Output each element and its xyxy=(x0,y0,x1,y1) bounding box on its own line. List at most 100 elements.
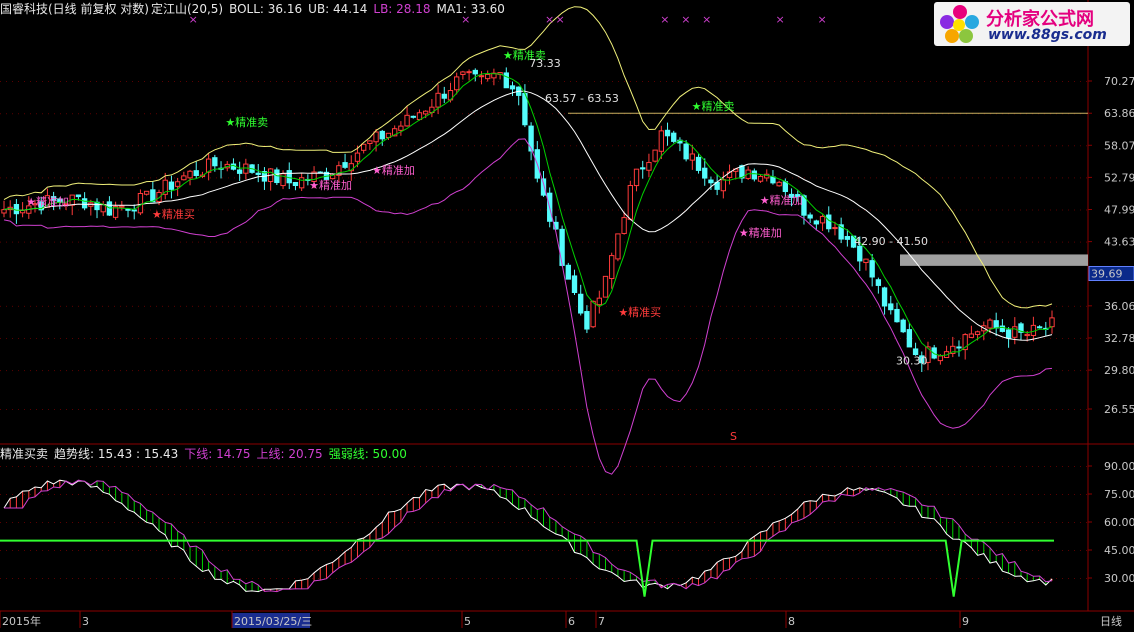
grid-dot xyxy=(612,494,613,495)
grid-dot xyxy=(6,409,7,410)
grid-dot xyxy=(672,177,673,179)
candle-body xyxy=(379,130,385,140)
candle-body xyxy=(367,140,373,144)
grid-dot xyxy=(72,409,73,410)
grid-dot xyxy=(576,145,577,147)
grid-dot xyxy=(612,466,613,467)
grid-dot xyxy=(738,241,739,243)
grid-dot xyxy=(462,145,463,147)
grid-dot xyxy=(24,578,25,579)
grid-dot xyxy=(222,177,223,179)
grid-dot xyxy=(822,522,823,523)
grid-dot xyxy=(744,522,745,523)
candle-body xyxy=(900,319,906,333)
grid-dot xyxy=(228,550,229,551)
grid-dot xyxy=(678,305,679,307)
grid-dot xyxy=(42,337,43,339)
candle-body xyxy=(658,130,664,152)
grid-dot xyxy=(768,550,769,551)
grid-dot xyxy=(30,494,31,495)
grid-dot xyxy=(990,370,991,372)
grid-dot xyxy=(912,337,913,339)
grid-dot xyxy=(138,494,139,495)
grid-dot xyxy=(858,466,859,467)
kline-chart[interactable]: 70.2763.8658.0752.7947.9943.6336.0632.78… xyxy=(0,0,1134,632)
grid-dot xyxy=(630,177,631,179)
grid-dot xyxy=(852,578,853,579)
grid-dot xyxy=(312,113,313,115)
grid-dot xyxy=(738,337,739,339)
grid-dot xyxy=(480,550,481,551)
grid-dot xyxy=(426,578,427,579)
grid-dot xyxy=(714,81,715,82)
grid-dot xyxy=(192,145,193,147)
grid-dot xyxy=(60,81,61,82)
grid-dot xyxy=(912,177,913,179)
grid-dot xyxy=(324,145,325,147)
grid-dot xyxy=(288,145,289,147)
grid-dot xyxy=(1086,177,1087,179)
grid-dot xyxy=(1020,209,1021,211)
grid-dot xyxy=(858,177,859,179)
candle-body xyxy=(292,181,299,187)
grid-dot xyxy=(72,494,73,495)
grid-dot xyxy=(1062,145,1063,147)
grid-dot xyxy=(540,370,541,372)
grid-dot xyxy=(762,337,763,339)
grid-dot xyxy=(60,337,61,339)
grid-dot xyxy=(342,209,343,211)
grid-dot xyxy=(372,177,373,179)
grid-dot xyxy=(174,494,175,495)
grid-dot xyxy=(1008,522,1009,523)
grid-dot xyxy=(294,81,295,82)
grid-dot xyxy=(228,113,229,115)
grid-dot xyxy=(42,409,43,410)
grid-dot xyxy=(150,241,151,243)
grid-dot xyxy=(1008,241,1009,243)
grid-dot xyxy=(414,409,415,410)
grid-dot xyxy=(312,578,313,579)
grid-dot xyxy=(1062,578,1063,579)
grid-dot xyxy=(936,337,937,339)
grid-dot xyxy=(252,241,253,243)
grid-dot xyxy=(102,145,103,147)
lb-value: LB: 28.18 xyxy=(373,2,431,16)
grid-dot xyxy=(504,578,505,579)
grid-dot xyxy=(708,209,709,211)
grid-dot xyxy=(228,409,229,410)
grid-dot xyxy=(408,337,409,339)
grid-dot xyxy=(36,522,37,523)
grid-dot xyxy=(222,241,223,243)
grid-dot xyxy=(498,241,499,243)
grid-dot xyxy=(54,305,55,307)
grid-dot xyxy=(450,466,451,467)
grid-dot xyxy=(564,113,565,115)
candle-body xyxy=(1049,317,1055,328)
grid-dot xyxy=(144,177,145,179)
grid-dot xyxy=(12,305,13,307)
grid-dot xyxy=(144,578,145,579)
grid-dot xyxy=(306,209,307,211)
grid-dot xyxy=(366,466,367,467)
grid-dot xyxy=(576,409,577,410)
grid-dot xyxy=(1020,370,1021,372)
grid-dot xyxy=(1020,177,1021,179)
grid-dot xyxy=(126,241,127,243)
grid-dot xyxy=(324,305,325,307)
grid-dot xyxy=(672,81,673,82)
grid-dot xyxy=(798,177,799,179)
grid-dot xyxy=(174,337,175,339)
grid-dot xyxy=(438,550,439,551)
grid-dot xyxy=(996,81,997,82)
grid-dot xyxy=(744,337,745,339)
grid-dot xyxy=(612,578,613,579)
grid-dot xyxy=(312,145,313,147)
grid-dot xyxy=(696,177,697,179)
grid-dot xyxy=(888,177,889,179)
grid-dot xyxy=(276,305,277,307)
grid-dot xyxy=(594,466,595,467)
grid-dot xyxy=(882,409,883,410)
grid-dot xyxy=(552,113,553,115)
grid-dot xyxy=(726,81,727,82)
grid-dot xyxy=(486,370,487,372)
